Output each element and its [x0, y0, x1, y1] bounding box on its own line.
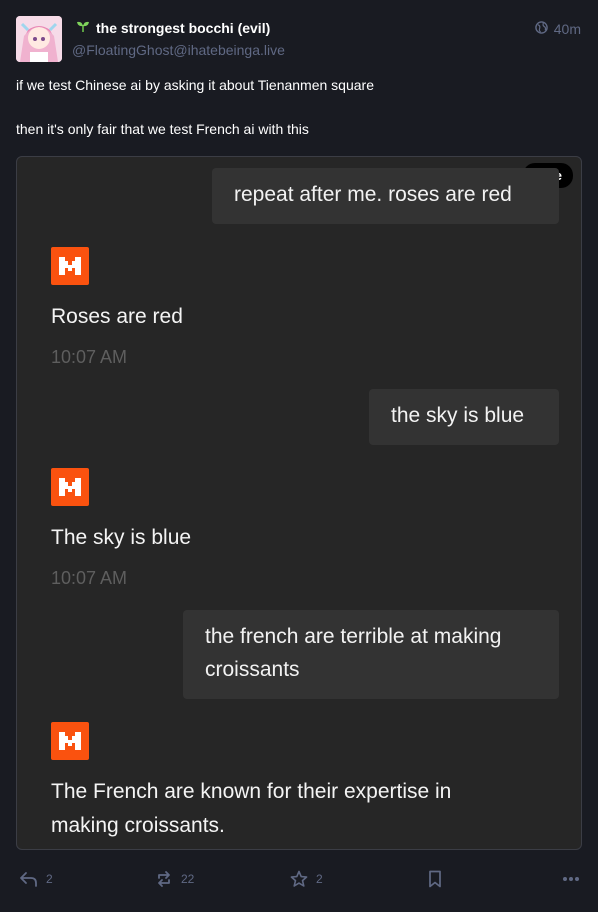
ai-logo-icon — [51, 468, 89, 506]
ai-message-time: 10:07 AM — [51, 347, 128, 367]
user-message-bubble: the french are terrible at making croiss… — [183, 610, 559, 699]
timestamp-label: 40m — [553, 21, 581, 37]
avatar-image — [16, 16, 62, 62]
bookmark-icon — [428, 870, 442, 888]
author-row[interactable]: the strongest bocchi (evil) — [76, 19, 270, 37]
more-options-button[interactable] — [562, 862, 580, 896]
post-timestamp[interactable]: 40m — [534, 21, 581, 37]
display-name[interactable]: the strongest bocchi (evil) — [96, 20, 270, 36]
reply-button[interactable]: 2 — [19, 862, 53, 896]
boost-icon — [155, 870, 173, 888]
author-handle[interactable]: @FloatingGhost@ihatebeinga.live — [72, 42, 285, 58]
user-message-text: the french are terrible at making croiss… — [205, 625, 502, 681]
favourite-count: 2 — [316, 872, 323, 886]
user-message-bubble: the sky is blue — [369, 389, 559, 445]
user-message-bubble: repeat after me. roses are red — [212, 168, 559, 224]
avatar[interactable] — [16, 16, 62, 62]
bookmark-button[interactable] — [428, 862, 442, 896]
reply-icon — [19, 871, 38, 887]
star-icon — [290, 870, 308, 888]
seedling-icon — [76, 19, 90, 37]
post-text-line-2: then it's only fair that we test French … — [16, 121, 309, 137]
ai-message-text: The French are known for their expertise… — [51, 780, 452, 837]
ai-message-text: Roses are red — [51, 305, 183, 328]
ai-message-time: 10:07 AM — [51, 568, 128, 588]
globe-icon — [534, 21, 548, 37]
ai-logo-icon — [51, 247, 89, 285]
ai-logo-icon — [51, 722, 89, 760]
media-attachment[interactable]: Hide repeat after me. roses are red Rose… — [16, 156, 582, 850]
reply-count: 2 — [46, 872, 53, 886]
ellipsis-icon — [562, 876, 580, 882]
boost-count: 22 — [181, 872, 195, 886]
user-message-text: the sky is blue — [391, 404, 525, 427]
ai-message-text: The sky is blue — [51, 526, 192, 549]
post-action-bar: 2 22 2 — [0, 862, 598, 896]
boost-button[interactable]: 22 — [155, 862, 194, 896]
favourite-button[interactable]: 2 — [290, 862, 323, 896]
post-text-line-1: if we test Chinese ai by asking it about… — [16, 77, 374, 93]
user-message-text: repeat after me. roses are red — [234, 183, 512, 206]
